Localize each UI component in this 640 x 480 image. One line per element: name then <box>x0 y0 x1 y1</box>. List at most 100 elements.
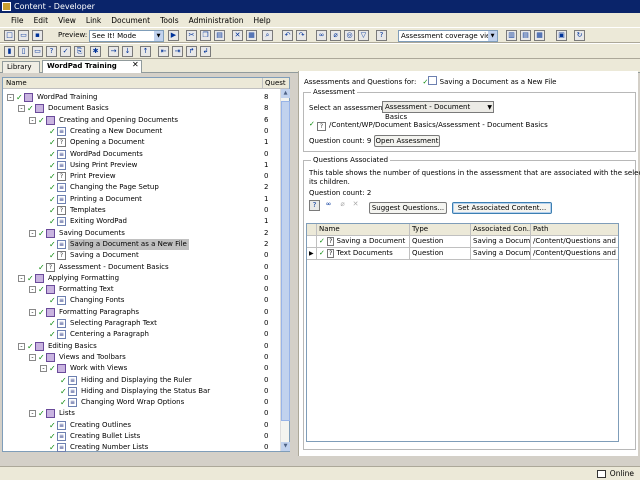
publish-icon[interactable]: ▣ <box>556 30 567 41</box>
assessment-icon[interactable]: ✓ <box>60 46 71 57</box>
scroll-down-icon[interactable]: ▼ <box>281 442 290 451</box>
menu-view[interactable]: View <box>53 16 81 25</box>
menu-help[interactable]: Help <box>249 16 276 25</box>
menu-edit[interactable]: Edit <box>29 16 54 25</box>
view-layout-icon[interactable]: ▥ <box>506 30 517 41</box>
move-down-icon[interactable]: ↓ <box>122 46 133 57</box>
tree-row[interactable]: ✓? Opening a Document 1 <box>3 137 279 148</box>
column-name-header[interactable]: Name <box>317 224 410 236</box>
column-count-header[interactable]: Quest <box>262 78 286 89</box>
collapse-icon[interactable]: - <box>7 94 14 101</box>
suggest-questions-button[interactable]: Suggest Questions... <box>369 202 447 214</box>
open-assessment-button[interactable]: Open Assessment <box>374 135 440 147</box>
collapse-icon[interactable]: - <box>29 308 36 316</box>
settings-icon[interactable]: ✱ <box>90 46 101 57</box>
remove-icon[interactable]: ✕ <box>350 200 361 211</box>
move-up-icon[interactable]: ↑ <box>140 46 151 57</box>
tree-row[interactable]: - ✓ Formatting Paragraphs 0 <box>3 307 279 318</box>
cut-icon[interactable]: ✂ <box>186 30 197 41</box>
column-name-header[interactable]: Name <box>6 78 27 89</box>
tree-row[interactable]: - ✓ Lists 0 <box>3 408 279 419</box>
link-icon[interactable]: ∞ <box>323 200 334 211</box>
book-icon[interactable]: ▮ <box>4 46 15 57</box>
go-icon[interactable]: ▶ <box>168 30 179 41</box>
delete-icon[interactable]: ✕ <box>232 30 243 41</box>
menu-administration[interactable]: Administration <box>184 16 249 25</box>
binoculars-icon[interactable]: ◎ <box>344 30 355 41</box>
tree-row[interactable]: - ✓ Work with Views 0 <box>3 363 279 374</box>
scroll-thumb[interactable] <box>281 101 290 421</box>
undo-icon[interactable]: ↶ <box>282 30 293 41</box>
help-icon[interactable]: ? <box>376 30 387 41</box>
find-icon[interactable]: ⌕ <box>262 30 273 41</box>
tree-row[interactable]: ✓ ≡ Exiting WordPad 1 <box>3 216 279 227</box>
close-tab-icon[interactable]: ✕ <box>132 60 139 69</box>
tree-row[interactable]: ✓? Assessment - Document Basics 0 <box>3 262 279 273</box>
tree-row[interactable]: ✓ ≡ Creating a New Document 0 <box>3 126 279 137</box>
tab-wordpad-training[interactable]: WordPad Training <box>42 60 142 73</box>
table-row[interactable]: ▶ ✓ ? Text Documents Question Saving a D… <box>307 248 618 260</box>
preview-mode-select[interactable]: See It! Mode ▼ <box>89 30 164 42</box>
outdent-icon[interactable]: ⇤ <box>158 46 169 57</box>
tree-row[interactable]: ✓ ≡ Changing Word Wrap Options 0 <box>3 397 279 408</box>
tree-row[interactable]: ✓? Saving a Document 0 <box>3 250 279 261</box>
detach-icon[interactable]: ↲ <box>200 46 211 57</box>
tree-row[interactable]: ✓ ≡ Printing a Document 1 <box>3 194 279 205</box>
column-type-header[interactable]: Type <box>410 224 471 236</box>
paste-icon[interactable]: ▤ <box>214 30 225 41</box>
column-associated-header[interactable]: Associated Con... <box>471 224 531 236</box>
tree-row[interactable]: - ✓ Editing Basics 0 <box>3 341 279 352</box>
open-icon[interactable]: ▭ <box>18 30 29 41</box>
redo-icon[interactable]: ↷ <box>296 30 307 41</box>
properties-icon[interactable]: ▦ <box>246 30 257 41</box>
new-icon[interactable]: □ <box>4 30 15 41</box>
unlink-icon[interactable]: ⌀ <box>337 200 348 211</box>
link-icon[interactable]: ∞ <box>316 30 327 41</box>
tree-row[interactable]: ✓ ≡ Hiding and Displaying the Status Bar 0 <box>3 386 279 397</box>
menu-tools[interactable]: Tools <box>155 16 183 25</box>
tree-row[interactable]: - ✓ Document Basics 8 <box>3 103 279 114</box>
collapse-icon[interactable]: - <box>40 365 47 373</box>
view-details-icon[interactable]: ▦ <box>534 30 545 41</box>
tree-row[interactable]: ✓ ≡ Creating Bullet Lists 0 <box>3 431 279 442</box>
tree-row[interactable]: - ✓ Creating and Opening Documents 6 <box>3 115 279 126</box>
tree-row[interactable]: - ✓ Saving Documents 2 <box>3 228 279 239</box>
tree-row[interactable]: - ✓ Applying Formatting 0 <box>3 273 279 284</box>
tab-library[interactable]: Library <box>2 61 40 73</box>
save-icon[interactable]: ▪ <box>32 30 43 41</box>
table-row[interactable]: ✓ ? Saving a Document Question Saving a … <box>307 236 618 248</box>
refresh-icon[interactable]: ↻ <box>574 30 585 41</box>
tree-row[interactable]: ✓? Print Preview 0 <box>3 171 279 182</box>
tree-row[interactable]: ✓ ≡ Changing Fonts 0 <box>3 295 279 306</box>
collapse-icon[interactable]: - <box>29 353 36 361</box>
tree-row[interactable]: ✓ ≡ Selecting Paragraph Text 0 <box>3 318 279 329</box>
indent-icon[interactable]: ⇥ <box>172 46 183 57</box>
scroll-up-icon[interactable]: ▲ <box>281 89 290 98</box>
view-split-icon[interactable]: ▤ <box>520 30 531 41</box>
copy-icon[interactable]: ❐ <box>200 30 211 41</box>
collapse-icon[interactable]: - <box>18 342 25 350</box>
collapse-icon[interactable]: - <box>18 105 25 113</box>
tree-row[interactable]: ✓ ≡ WordPad Documents 0 <box>3 149 279 160</box>
tree-row[interactable]: ✓ ≡ Creating Number Lists 0 <box>3 442 279 453</box>
tree-row[interactable]: ✓ ≡ Saving a Document as a New File 2 <box>3 238 279 250</box>
jump-icon[interactable]: ↱ <box>186 46 197 57</box>
tree-row[interactable]: ✓ ≡ Creating Outlines 0 <box>3 420 279 431</box>
tree-scrollbar[interactable]: ▲ ▼ <box>280 89 290 451</box>
menu-document[interactable]: Document <box>106 16 155 25</box>
filter-icon[interactable]: ▽ <box>358 30 369 41</box>
assessment-select[interactable]: Assessment - Document Basics ▼ <box>382 101 494 121</box>
collapse-icon[interactable]: - <box>29 410 36 418</box>
link-doc-icon[interactable]: ⎘ <box>74 46 85 57</box>
tree-row[interactable]: - ✓ Formatting Text 0 <box>3 284 279 295</box>
unlink-icon[interactable]: ⌀ <box>330 30 341 41</box>
set-associated-content-button[interactable]: Set Associated Content... <box>452 202 552 214</box>
view-select[interactable]: Assessment coverage view ▼ <box>398 30 498 42</box>
tree-row[interactable]: ✓ ≡ Centering a Paragraph 0 <box>3 329 279 340</box>
tree-row[interactable]: - ✓ WordPad Training 8 <box>3 92 279 103</box>
tree-row[interactable]: ✓ ≡ Changing the Page Setup 2 <box>3 182 279 193</box>
menu-link[interactable]: Link <box>81 16 106 25</box>
collapse-icon[interactable]: - <box>29 116 36 124</box>
collapse-icon[interactable]: - <box>29 286 36 294</box>
question-icon[interactable]: ? <box>46 46 57 57</box>
